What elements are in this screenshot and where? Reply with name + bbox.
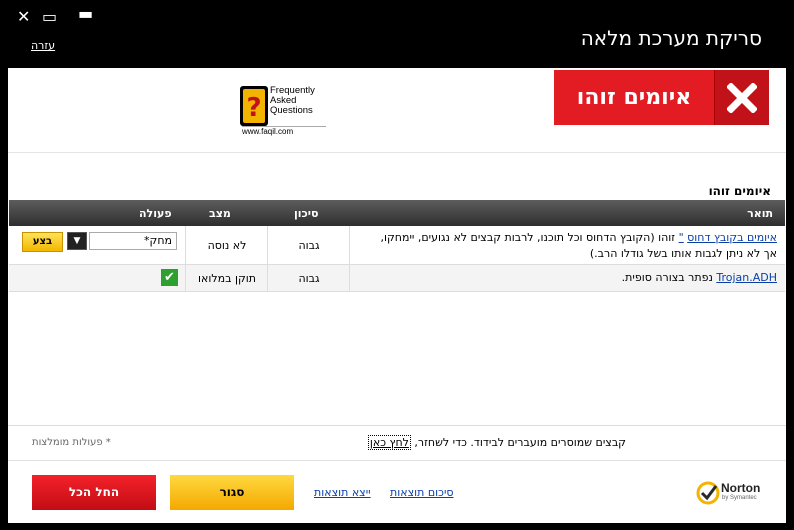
quarantine-note: קבצים שמוסרים מועברים לבידוד. כדי לשחזר,… [367, 435, 626, 450]
row-text: נפתר בצורה סופית. [621, 271, 717, 284]
norton-name: Norton [721, 481, 761, 495]
footer-note: קבצים שמוסרים מועברים לבידוד. כדי לשחזר,… [8, 425, 786, 460]
threat-label: איומים זוהו [576, 85, 692, 110]
risk-cell: גבוה [267, 265, 350, 291]
quarantine-text: קבצים שמוסרים מועברים לבידוד. כדי לשחזר, [414, 436, 626, 449]
risk-cell: גבוה [267, 226, 350, 264]
header-status: מצב [209, 207, 231, 220]
window-title: סריקת מערכת מלאה [580, 26, 762, 50]
row-description: Trojan.ADH נפתר בצורה סופית. [372, 270, 777, 286]
norton-logo: Norton by Symantec [696, 479, 766, 507]
status-value: לא נוסה [207, 238, 247, 252]
risk-value: גבוה [298, 271, 320, 285]
close-icon[interactable]: ✕ [17, 9, 30, 25]
export-results-link[interactable]: ייצא תוצאות [314, 486, 371, 499]
header-description: תואר [747, 207, 773, 220]
main-panel: ? Frequently Asked Questions www.faqil.c… [8, 68, 786, 523]
faq-url: www.faqil.com [242, 126, 326, 136]
restore-icon[interactable]: ▭ [42, 9, 57, 25]
norton-check-icon [696, 481, 720, 505]
section-title: איומים זוהו [708, 184, 771, 198]
title-bar: ✕ ▭ ▬ עזרה סריקת מערכת מלאה [0, 0, 794, 68]
row-description: איומים בקובץ דחוס " זוהו (הקובץ הדחוס וכ… [372, 230, 778, 262]
help-link[interactable]: עזרה [31, 39, 55, 52]
threat-link[interactable]: Trojan.ADH [716, 271, 777, 284]
chevron-down-icon[interactable]: ▼ [67, 232, 87, 250]
check-icon: ✔ [161, 269, 178, 286]
execute-button[interactable]: בצע [22, 232, 63, 252]
quote-link[interactable]: " [679, 231, 684, 244]
table-row: איומים בקובץ דחוס " זוהו (הקובץ הדחוס וכ… [9, 226, 785, 265]
header-action: פעולה [139, 207, 172, 220]
status-cell: תוקן במלואו [185, 265, 268, 291]
threats-table: תואר סיכון מצב פעולה איומים בקובץ דחוס "… [9, 200, 785, 292]
norton-sub: by Symantec [722, 495, 757, 501]
restore-link[interactable]: לחץ כאן [367, 435, 411, 450]
recommended-note: * פעולות מומלצות [32, 437, 111, 448]
table-row: Trojan.ADH נפתר בצורה סופית. גבוה תוקן ב… [9, 265, 785, 292]
threat-banner: איומים זוהו [554, 70, 769, 125]
faq-logo[interactable]: ? Frequently Asked Questions www.faqil.c… [240, 84, 330, 138]
action-select[interactable]: מחק* [89, 232, 177, 250]
table-header: תואר סיכון מצב פעולה [9, 200, 785, 226]
faq-question-icon: ? [240, 86, 268, 126]
risk-value: גבוה [298, 238, 320, 252]
banner: ? Frequently Asked Questions www.faqil.c… [8, 68, 786, 153]
svg-text:?: ? [246, 93, 261, 123]
minimize-icon[interactable]: ▬ [78, 6, 93, 22]
x-icon [714, 70, 769, 125]
faq-text: Frequently Asked Questions [270, 86, 315, 116]
status-cell: לא נוסה [185, 226, 268, 264]
close-button[interactable]: סגור [170, 475, 294, 510]
threat-link[interactable]: איומים בקובץ דחוס [687, 231, 777, 244]
status-value: תוקן במלואו [198, 271, 256, 285]
bottom-bar: החל הכל סגור ייצא תוצאות סיכום תוצאות No… [8, 460, 786, 523]
scan-window: ✕ ▭ ▬ עזרה סריקת מערכת מלאה ? Frequently… [0, 0, 794, 530]
header-risk: סיכון [294, 207, 319, 220]
results-summary-link[interactable]: סיכום תוצאות [390, 486, 454, 499]
apply-all-button[interactable]: החל הכל [32, 475, 156, 510]
faq-line-3: Questions [270, 105, 313, 116]
